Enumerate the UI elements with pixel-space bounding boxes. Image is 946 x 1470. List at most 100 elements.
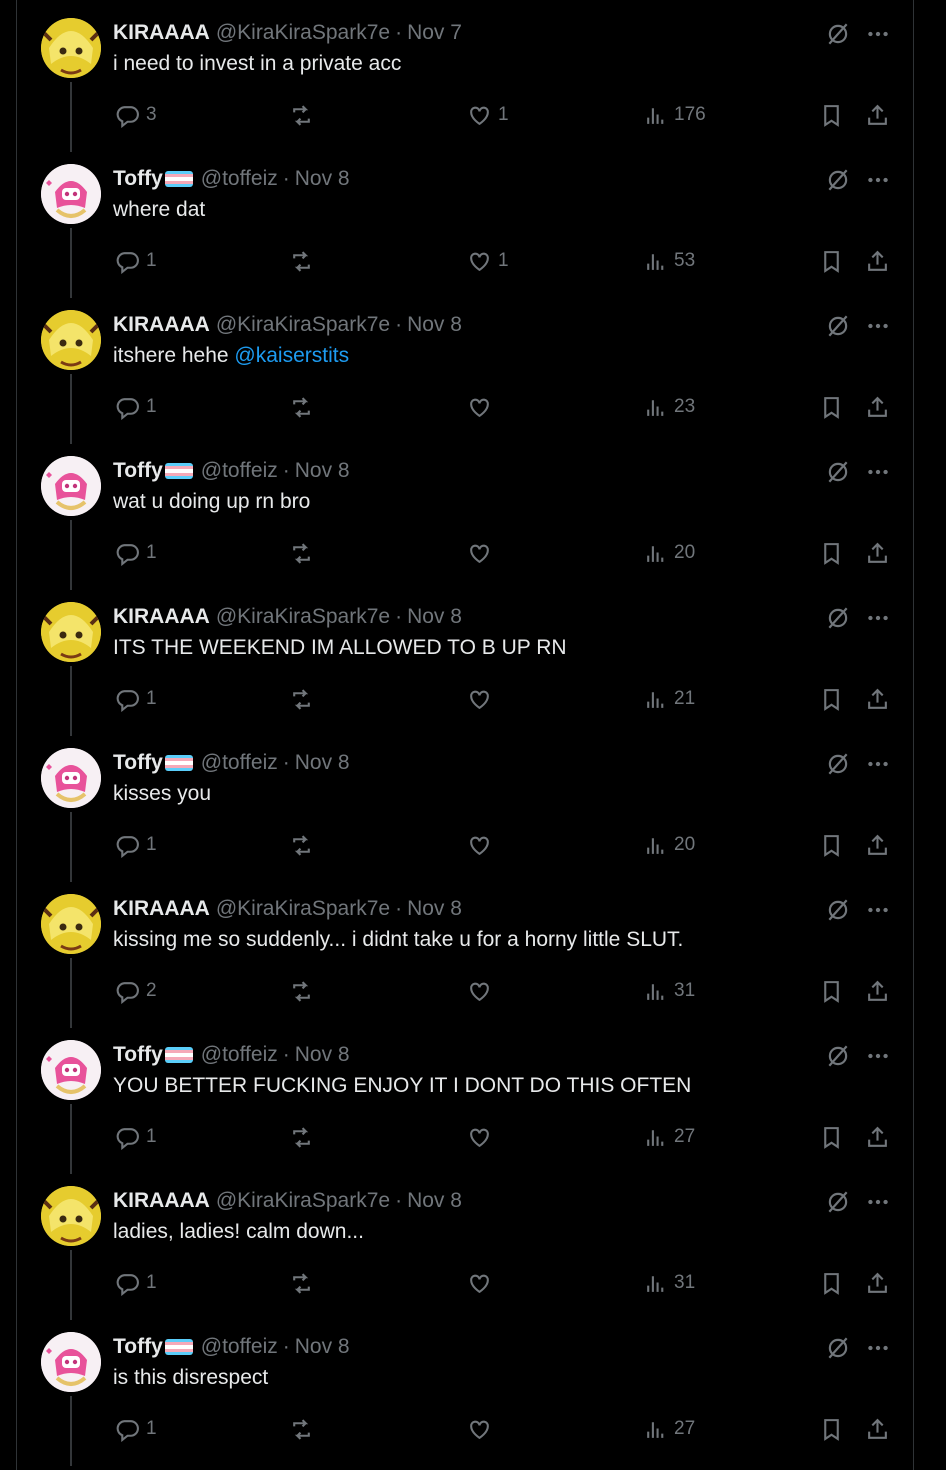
author-name[interactable]: KIRAAAA bbox=[113, 1189, 210, 1213]
more-icon[interactable] bbox=[865, 605, 891, 631]
tweet-date[interactable]: Nov 8 bbox=[295, 459, 350, 483]
retweet-button[interactable] bbox=[289, 1266, 314, 1300]
share-button[interactable] bbox=[865, 1412, 890, 1446]
share-button[interactable] bbox=[865, 1120, 890, 1154]
tweet[interactable]: Toffy @toffeiz · Nov 8 kisses you 1 20 bbox=[17, 730, 915, 882]
like-button[interactable] bbox=[467, 390, 498, 424]
bookmark-button[interactable] bbox=[819, 1266, 844, 1300]
author-name[interactable]: KIRAAAA bbox=[113, 21, 210, 45]
views-button[interactable]: 53 bbox=[643, 244, 695, 278]
tweet[interactable]: KIRAAAA @KiraKiraSpark7e · Nov 7i need to i… bbox=[17, 0, 915, 152]
bookmark-button[interactable] bbox=[819, 244, 844, 278]
grok-icon[interactable] bbox=[825, 1189, 851, 1215]
avatar[interactable] bbox=[41, 456, 101, 516]
avatar[interactable] bbox=[41, 310, 101, 370]
tweet[interactable]: Toffy @toffeiz · Nov 8 where dat 1 1 53 bbox=[17, 146, 915, 298]
avatar[interactable] bbox=[41, 1040, 101, 1100]
reply-button[interactable]: 1 bbox=[115, 828, 157, 862]
like-button[interactable] bbox=[467, 682, 498, 716]
bookmark-button[interactable] bbox=[819, 98, 844, 132]
views-button[interactable]: 20 bbox=[643, 536, 695, 570]
bookmark-button[interactable] bbox=[819, 828, 844, 862]
grok-icon[interactable] bbox=[825, 21, 851, 47]
author-name[interactable]: Toffy bbox=[113, 167, 163, 191]
retweet-button[interactable] bbox=[289, 244, 314, 278]
retweet-button[interactable] bbox=[289, 1412, 314, 1446]
bookmark-button[interactable] bbox=[819, 536, 844, 570]
tweet-date[interactable]: Nov 8 bbox=[295, 1043, 350, 1067]
like-button[interactable]: 1 bbox=[467, 244, 509, 278]
retweet-button[interactable] bbox=[289, 974, 314, 1008]
tweet-date[interactable]: Nov 8 bbox=[295, 1335, 350, 1359]
grok-icon[interactable] bbox=[825, 751, 851, 777]
more-icon[interactable] bbox=[865, 1335, 891, 1361]
tweet-date[interactable]: Nov 8 bbox=[407, 1189, 462, 1213]
tweet[interactable]: Toffy @toffeiz · Nov 8 wat u doing up rn bro… bbox=[17, 438, 915, 590]
reply-button[interactable]: 1 bbox=[115, 1120, 157, 1154]
views-button[interactable]: 27 bbox=[643, 1120, 695, 1154]
more-icon[interactable] bbox=[865, 1189, 891, 1215]
author-handle[interactable]: @toffeiz bbox=[201, 751, 278, 775]
bookmark-button[interactable] bbox=[819, 682, 844, 716]
author-handle[interactable]: @KiraKiraSpark7e bbox=[216, 1189, 390, 1213]
reply-button[interactable]: 2 bbox=[115, 974, 157, 1008]
author-handle[interactable]: @toffeiz bbox=[201, 1335, 278, 1359]
avatar[interactable] bbox=[41, 1186, 101, 1246]
views-button[interactable]: 20 bbox=[643, 828, 695, 862]
avatar[interactable] bbox=[41, 164, 101, 224]
like-button[interactable] bbox=[467, 536, 498, 570]
author-handle[interactable]: @KiraKiraSpark7e bbox=[216, 605, 390, 629]
grok-icon[interactable] bbox=[825, 897, 851, 923]
tweet[interactable]: Toffy @toffeiz · Nov 8 is this disrespect 1 27 bbox=[17, 1314, 915, 1466]
tweet[interactable]: KIRAAAA @KiraKiraSpark7e · Nov 8 itshere heh… bbox=[17, 292, 915, 444]
author-handle[interactable]: @toffeiz bbox=[201, 459, 278, 483]
more-icon[interactable] bbox=[865, 751, 891, 777]
grok-icon[interactable] bbox=[825, 1043, 851, 1069]
author-handle[interactable]: @KiraKiraSpark7e bbox=[216, 313, 390, 337]
reply-button[interactable]: 1 bbox=[115, 1412, 157, 1446]
tweet-date[interactable]: Nov 8 bbox=[407, 897, 462, 921]
like-button[interactable] bbox=[467, 974, 498, 1008]
views-button[interactable]: 31 bbox=[643, 1266, 695, 1300]
author-name[interactable]: Toffy bbox=[113, 1335, 163, 1359]
share-button[interactable] bbox=[865, 1266, 890, 1300]
avatar[interactable] bbox=[41, 894, 101, 954]
tweet[interactable]: KIRAAAA @KiraKiraSpark7e · Nov 8 kissing me … bbox=[17, 876, 915, 1028]
bookmark-button[interactable] bbox=[819, 1120, 844, 1154]
retweet-button[interactable] bbox=[289, 536, 314, 570]
grok-icon[interactable] bbox=[825, 313, 851, 339]
tweet-date[interactable]: Nov 8 bbox=[407, 605, 462, 629]
more-icon[interactable] bbox=[865, 313, 891, 339]
more-icon[interactable] bbox=[865, 459, 891, 485]
author-handle[interactable]: @toffeiz bbox=[201, 1043, 278, 1067]
like-button[interactable] bbox=[467, 1120, 498, 1154]
reply-button[interactable]: 1 bbox=[115, 390, 157, 424]
more-icon[interactable] bbox=[865, 167, 891, 193]
author-name[interactable]: KIRAAAA bbox=[113, 313, 210, 337]
bookmark-button[interactable] bbox=[819, 1412, 844, 1446]
share-button[interactable] bbox=[865, 974, 890, 1008]
tweet-date[interactable]: Nov 8 bbox=[407, 313, 462, 337]
grok-icon[interactable] bbox=[825, 605, 851, 631]
reply-button[interactable]: 1 bbox=[115, 244, 157, 278]
like-button[interactable]: 1 bbox=[467, 98, 509, 132]
author-handle[interactable]: @toffeiz bbox=[201, 167, 278, 191]
bookmark-button[interactable] bbox=[819, 390, 844, 424]
reply-button[interactable]: 3 bbox=[115, 98, 157, 132]
like-button[interactable] bbox=[467, 1412, 498, 1446]
grok-icon[interactable] bbox=[825, 167, 851, 193]
tweet-date[interactable]: Nov 8 bbox=[295, 751, 350, 775]
avatar[interactable] bbox=[41, 748, 101, 808]
tweet[interactable]: KIRAAAA @KiraKiraSpark7e · Nov 8 ladies, lad… bbox=[17, 1168, 915, 1320]
avatar[interactable] bbox=[41, 602, 101, 662]
tweet[interactable]: Toffy @toffeiz · Nov 8 YOU BETTER FUCKING EN… bbox=[17, 1022, 915, 1174]
author-name[interactable]: Toffy bbox=[113, 1043, 163, 1067]
author-name[interactable]: Toffy bbox=[113, 459, 163, 483]
retweet-button[interactable] bbox=[289, 98, 314, 132]
reply-button[interactable]: 1 bbox=[115, 536, 157, 570]
tweet-date[interactable]: Nov 8 bbox=[295, 167, 350, 191]
more-icon[interactable] bbox=[865, 21, 891, 47]
author-name[interactable]: Toffy bbox=[113, 751, 163, 775]
like-button[interactable] bbox=[467, 828, 498, 862]
retweet-button[interactable] bbox=[289, 1120, 314, 1154]
